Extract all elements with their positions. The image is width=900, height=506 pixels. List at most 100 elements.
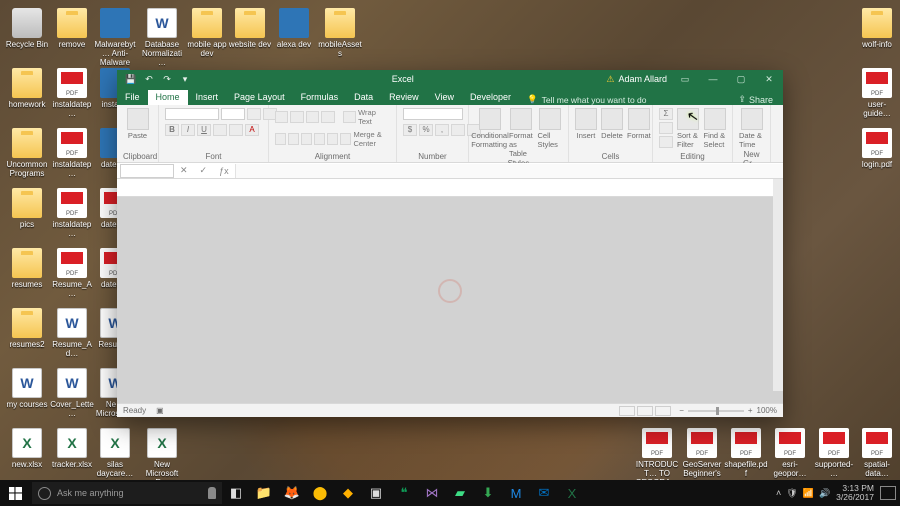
desktop-icon[interactable]: Xtracker.xlsx <box>50 428 94 469</box>
increase-font-icon[interactable] <box>247 108 261 120</box>
desktop-icon[interactable]: WCover_Lette… <box>50 368 94 418</box>
align-right-icon[interactable] <box>301 133 312 145</box>
desktop-icon[interactable]: Xsilas daycare… <box>93 428 137 478</box>
desktop-icon[interactable]: esri-geopor… <box>768 428 812 478</box>
merge-button[interactable] <box>340 133 351 145</box>
tab-file[interactable]: File <box>117 90 148 105</box>
bold-button[interactable]: B <box>165 124 179 136</box>
zoom-out-button[interactable]: − <box>679 406 684 415</box>
account-area[interactable]: ⚠ Adam Allard <box>606 74 671 85</box>
align-middle-icon[interactable] <box>290 111 303 123</box>
taskbar-visual-studio[interactable]: ⋈ <box>418 480 446 506</box>
fill-color-button[interactable] <box>229 124 243 136</box>
close-button[interactable]: ✕ <box>755 70 783 88</box>
find-select-button[interactable]: Find & Select <box>704 108 727 149</box>
border-button[interactable] <box>213 124 227 136</box>
desktop-icon[interactable]: remove <box>50 8 94 49</box>
desktop-icon[interactable]: Resume_A… <box>50 248 94 298</box>
desktop-icon[interactable]: GeoServer Beginner's… <box>680 428 724 487</box>
qat-undo-icon[interactable]: ↶ <box>143 74 155 85</box>
desktop-icon[interactable]: Malwarebyt… Anti-Malware <box>93 8 137 67</box>
desktop-icon[interactable]: Xnew.xlsx <box>5 428 49 469</box>
desktop-icon[interactable]: user-guide… <box>855 68 899 118</box>
desktop-icon[interactable]: resumes2 <box>5 308 49 349</box>
tab-view[interactable]: View <box>427 90 462 105</box>
fill-icon[interactable] <box>659 122 673 134</box>
taskbar-excel[interactable]: X <box>558 480 586 506</box>
tab-page-layout[interactable]: Page Layout <box>226 90 293 105</box>
font-name-combo[interactable] <box>165 108 219 120</box>
taskbar-cmd[interactable]: ▣ <box>362 480 390 506</box>
maximize-button[interactable]: ▢ <box>727 70 755 88</box>
qat-redo-icon[interactable]: ↷ <box>161 74 173 85</box>
desktop-icon[interactable]: instaldatep… <box>50 188 94 238</box>
number-format-combo[interactable] <box>403 108 463 120</box>
ribbon-options-icon[interactable]: ▭ <box>671 70 699 88</box>
page-layout-view-button[interactable] <box>637 406 653 416</box>
tab-home[interactable]: Home <box>148 90 188 105</box>
align-center-icon[interactable] <box>288 133 299 145</box>
desktop-icon[interactable]: XNew Microsoft E… <box>140 428 184 487</box>
align-bottom-icon[interactable] <box>306 111 319 123</box>
macro-record-icon[interactable]: ▣ <box>152 406 168 415</box>
desktop-icon[interactable]: Recycle Bin <box>5 8 49 49</box>
desktop-icon[interactable]: resumes <box>5 248 49 289</box>
paste-button[interactable]: Paste <box>123 108 152 140</box>
taskbar-firefox[interactable]: 🦊 <box>278 480 306 506</box>
tab-data[interactable]: Data <box>346 90 381 105</box>
currency-icon[interactable]: $ <box>403 124 417 136</box>
decrease-indent-icon[interactable] <box>314 133 325 145</box>
qat-save-icon[interactable]: 💾 <box>125 74 137 85</box>
taskbar-task-view[interactable]: ◧ <box>222 480 250 506</box>
share-button[interactable]: ⇪ Share <box>728 94 783 105</box>
desktop-icon[interactable]: INTRODUCT… TO GEOGRA… <box>635 428 679 487</box>
taskbar-chrome[interactable]: ⬤ <box>306 480 334 506</box>
microphone-icon[interactable] <box>208 487 216 499</box>
desktop-icon[interactable]: login.pdf <box>855 128 899 169</box>
font-color-button[interactable]: A <box>245 124 259 136</box>
desktop-icon[interactable]: instaldatep… <box>50 68 94 118</box>
vertical-scrollbar[interactable] <box>773 179 783 391</box>
insert-cells-button[interactable]: Insert <box>575 108 597 140</box>
zoom-in-button[interactable]: + <box>748 406 753 415</box>
zoom-slider[interactable] <box>688 410 744 412</box>
desktop-icon[interactable]: website dev <box>228 8 272 49</box>
tell-me-search[interactable]: 💡 Tell me what you want to do <box>519 94 646 105</box>
formula-input[interactable] <box>235 164 783 178</box>
desktop-icon[interactable]: mobile app dev <box>185 8 229 58</box>
format-cells-button[interactable]: Format <box>627 108 651 140</box>
desktop-icon[interactable]: WResume_Ad… <box>50 308 94 358</box>
enter-formula-icon[interactable]: ✓ <box>194 165 214 176</box>
tray-icon-3[interactable]: 🔊 <box>819 488 830 499</box>
taskbar-android-studio[interactable]: ▰ <box>446 480 474 506</box>
zoom-level[interactable]: 100% <box>757 406 777 415</box>
increase-indent-icon[interactable] <box>327 133 338 145</box>
tray-icon-2[interactable]: 📶 <box>803 488 814 499</box>
tab-developer[interactable]: Developer <box>462 90 519 105</box>
desktop-icon[interactable]: wolf-info <box>855 8 899 49</box>
taskbar-hangouts[interactable]: ❝ <box>390 480 418 506</box>
qat-customize-icon[interactable]: ▾ <box>179 74 191 85</box>
desktop-icon[interactable]: spatial-data… <box>855 428 899 478</box>
align-top-icon[interactable] <box>275 111 288 123</box>
desktop-icon[interactable]: instaldatep… <box>50 128 94 178</box>
tab-review[interactable]: Review <box>381 90 427 105</box>
taskbar-downloads[interactable]: ⬇ <box>474 480 502 506</box>
cortana-search[interactable]: Ask me anything <box>32 482 222 504</box>
tray-icon-0[interactable]: ˄ <box>776 488 781 499</box>
taskbar-outlook[interactable]: ✉ <box>530 480 558 506</box>
normal-view-button[interactable] <box>619 406 635 416</box>
italic-button[interactable]: I <box>181 124 195 136</box>
desktop-icon[interactable]: alexa dev <box>272 8 316 49</box>
name-box[interactable] <box>120 164 174 178</box>
autosum-icon[interactable]: Σ <box>659 108 673 120</box>
desktop-icon[interactable]: shapefile.pdf <box>724 428 768 478</box>
sort-filter-button[interactable]: Sort & Filter <box>677 108 700 149</box>
conditional-formatting-button[interactable]: Conditional Formatting <box>475 108 505 149</box>
desktop-icon[interactable]: supported-… <box>812 428 856 478</box>
desktop-icon[interactable]: WDatabase Normalizati… <box>140 8 184 67</box>
format-as-table-button[interactable]: Format as Table <box>509 108 534 158</box>
desktop-icon[interactable]: mobileAssets <box>318 8 362 58</box>
clock[interactable]: 3:13 PM 3/26/2017 <box>836 484 874 502</box>
desktop-icon[interactable]: pics <box>5 188 49 229</box>
